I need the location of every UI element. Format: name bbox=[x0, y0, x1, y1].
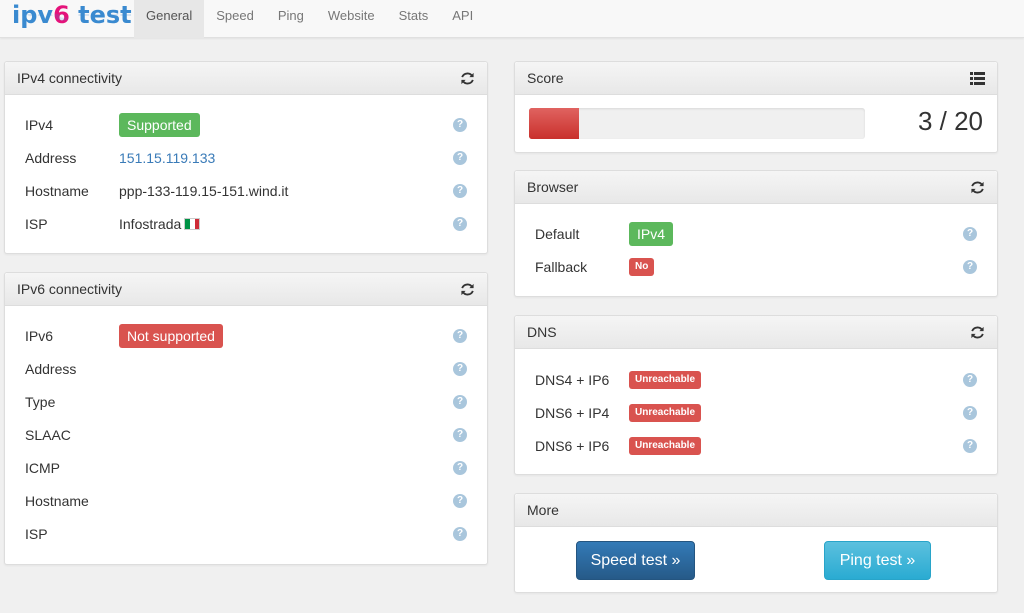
score-value: 3 / 20 bbox=[917, 106, 983, 136]
dns6-ip6-label: DNS6 + IP6 bbox=[535, 438, 610, 454]
dns6-ip6-status-badge: Unreachable bbox=[629, 437, 702, 455]
nav-stats[interactable]: Stats bbox=[387, 0, 441, 38]
type-label: Type bbox=[25, 394, 56, 410]
score-panel: Score 3 / 20 bbox=[514, 61, 998, 153]
fallback-no-badge: No bbox=[629, 258, 655, 276]
speed-test-button[interactable]: Speed test » bbox=[576, 541, 695, 580]
nav-ping[interactable]: Ping bbox=[266, 0, 316, 38]
icmp-label: ICMP bbox=[25, 460, 60, 476]
top-navbar: ipv6 test ipv6 test General Speed Ping W… bbox=[0, 0, 1024, 38]
dns4-ip6-status-badge: Unreachable bbox=[629, 371, 702, 389]
nav-api[interactable]: API bbox=[440, 0, 485, 38]
help-icon[interactable]: ? bbox=[453, 184, 467, 198]
more-panel-title: More bbox=[527, 502, 559, 518]
ipv4-row-hostname: Hostname ppp-133-119.15-151.wind.it ? bbox=[25, 178, 467, 204]
ipv6-row-address: Address ? bbox=[25, 356, 467, 382]
score-panel-heading: Score bbox=[515, 62, 997, 95]
help-icon[interactable]: ? bbox=[453, 494, 467, 508]
isp-label: ISP bbox=[25, 216, 48, 232]
ipv4-panel-title: IPv4 connectivity bbox=[17, 70, 123, 86]
ipv4-panel: IPv4 connectivity IPv4 Supported ? Addre… bbox=[4, 61, 488, 254]
help-icon[interactable]: ? bbox=[453, 118, 467, 132]
ping-test-button[interactable]: Ping test » bbox=[824, 541, 931, 580]
browser-panel-title: Browser bbox=[527, 179, 579, 195]
nav-website[interactable]: Website bbox=[316, 0, 387, 38]
refresh-icon[interactable] bbox=[969, 324, 985, 340]
score-progress-fill bbox=[529, 108, 580, 139]
score-panel-title: Score bbox=[527, 70, 564, 86]
dns-row-dns4-ip6: DNS4 + IP6 Unreachable ? bbox=[535, 367, 977, 393]
browser-row-default: Default IPv4 ? bbox=[535, 221, 977, 247]
italy-flag-icon bbox=[184, 218, 201, 230]
address-label: Address bbox=[25, 361, 77, 377]
ipv6-panel: IPv6 connectivity IPv6 Not supported ? A… bbox=[4, 272, 488, 565]
ipv4-supported-badge: Supported bbox=[119, 113, 200, 137]
ipv6-panel-title: IPv6 connectivity bbox=[17, 281, 123, 297]
refresh-icon[interactable] bbox=[459, 281, 475, 297]
help-icon[interactable]: ? bbox=[963, 439, 977, 453]
main-nav: General Speed Ping Website Stats API bbox=[134, 0, 485, 38]
dns-panel-heading: DNS bbox=[515, 316, 997, 349]
ipv6-not-supported-badge: Not supported bbox=[119, 324, 223, 348]
help-icon[interactable]: ? bbox=[453, 527, 467, 541]
dns6-ip4-status-badge: Unreachable bbox=[629, 404, 702, 422]
refresh-icon[interactable] bbox=[969, 179, 985, 195]
dns-row-dns6-ip6: DNS6 + IP6 Unreachable ? bbox=[535, 433, 977, 459]
refresh-icon[interactable] bbox=[459, 70, 475, 86]
default-label: Default bbox=[535, 226, 580, 242]
hostname-label: Hostname bbox=[25, 183, 89, 199]
dns6-ip4-label: DNS6 + IP4 bbox=[535, 405, 610, 421]
help-icon[interactable]: ? bbox=[453, 329, 467, 343]
ipv4-label: IPv4 bbox=[25, 117, 54, 133]
ipv6-row-support: IPv6 Not supported ? bbox=[25, 323, 467, 349]
slaac-label: SLAAC bbox=[25, 427, 71, 443]
logo-reflection: ipv6 test bbox=[12, 14, 132, 26]
help-icon[interactable]: ? bbox=[963, 373, 977, 387]
browser-panel-heading: Browser bbox=[515, 171, 997, 204]
ipv4-isp-value: Infostrada bbox=[119, 216, 182, 232]
ipv4-row-isp: ISP Infostrada ? bbox=[25, 211, 467, 237]
ipv4-address-value[interactable]: 151.15.119.133 bbox=[119, 150, 467, 166]
more-panel-heading: More bbox=[515, 494, 997, 527]
help-icon[interactable]: ? bbox=[453, 217, 467, 231]
more-panel: More Speed test » Ping test » bbox=[514, 493, 998, 593]
dns4-ip6-label: DNS4 + IP6 bbox=[535, 372, 610, 388]
dns-panel-title: DNS bbox=[527, 324, 557, 340]
address-label: Address bbox=[25, 150, 77, 166]
help-icon[interactable]: ? bbox=[963, 406, 977, 420]
help-icon[interactable]: ? bbox=[963, 260, 977, 274]
hostname-label: Hostname bbox=[25, 493, 89, 509]
browser-panel: Browser Default IPv4 ? Fallback No ? bbox=[514, 170, 998, 297]
ipv4-hostname-value: ppp-133-119.15-151.wind.it bbox=[119, 183, 289, 199]
help-icon[interactable]: ? bbox=[453, 362, 467, 376]
ipv6-row-hostname: Hostname ? bbox=[25, 488, 467, 514]
help-icon[interactable]: ? bbox=[453, 151, 467, 165]
ipv4-row-address: Address 151.15.119.133 ? bbox=[25, 145, 467, 171]
dns-panel: DNS DNS4 + IP6 Unreachable ? DNS6 + IP4 … bbox=[514, 315, 998, 475]
nav-speed[interactable]: Speed bbox=[204, 0, 266, 38]
ipv6-panel-heading: IPv6 connectivity bbox=[5, 273, 487, 306]
isp-label: ISP bbox=[25, 526, 48, 542]
help-icon[interactable]: ? bbox=[453, 428, 467, 442]
ipv6-row-type: Type ? bbox=[25, 389, 467, 415]
ipv6-label: IPv6 bbox=[25, 328, 54, 344]
ipv4-row-support: IPv4 Supported ? bbox=[25, 112, 467, 138]
ipv4-panel-heading: IPv4 connectivity bbox=[5, 62, 487, 95]
browser-row-fallback: Fallback No ? bbox=[535, 254, 977, 280]
help-icon[interactable]: ? bbox=[453, 461, 467, 475]
score-progress-bar bbox=[529, 108, 865, 139]
nav-general[interactable]: General bbox=[134, 0, 205, 38]
ipv6-row-slaac: SLAAC ? bbox=[25, 422, 467, 448]
ipv6-row-icmp: ICMP ? bbox=[25, 455, 467, 481]
list-icon[interactable] bbox=[969, 70, 985, 86]
ipv6-row-isp: ISP ? bbox=[25, 521, 467, 547]
help-icon[interactable]: ? bbox=[963, 227, 977, 241]
help-icon[interactable]: ? bbox=[453, 395, 467, 409]
dns-row-dns6-ip4: DNS6 + IP4 Unreachable ? bbox=[535, 400, 977, 426]
fallback-label: Fallback bbox=[535, 259, 588, 275]
default-ipv4-badge: IPv4 bbox=[629, 222, 674, 246]
